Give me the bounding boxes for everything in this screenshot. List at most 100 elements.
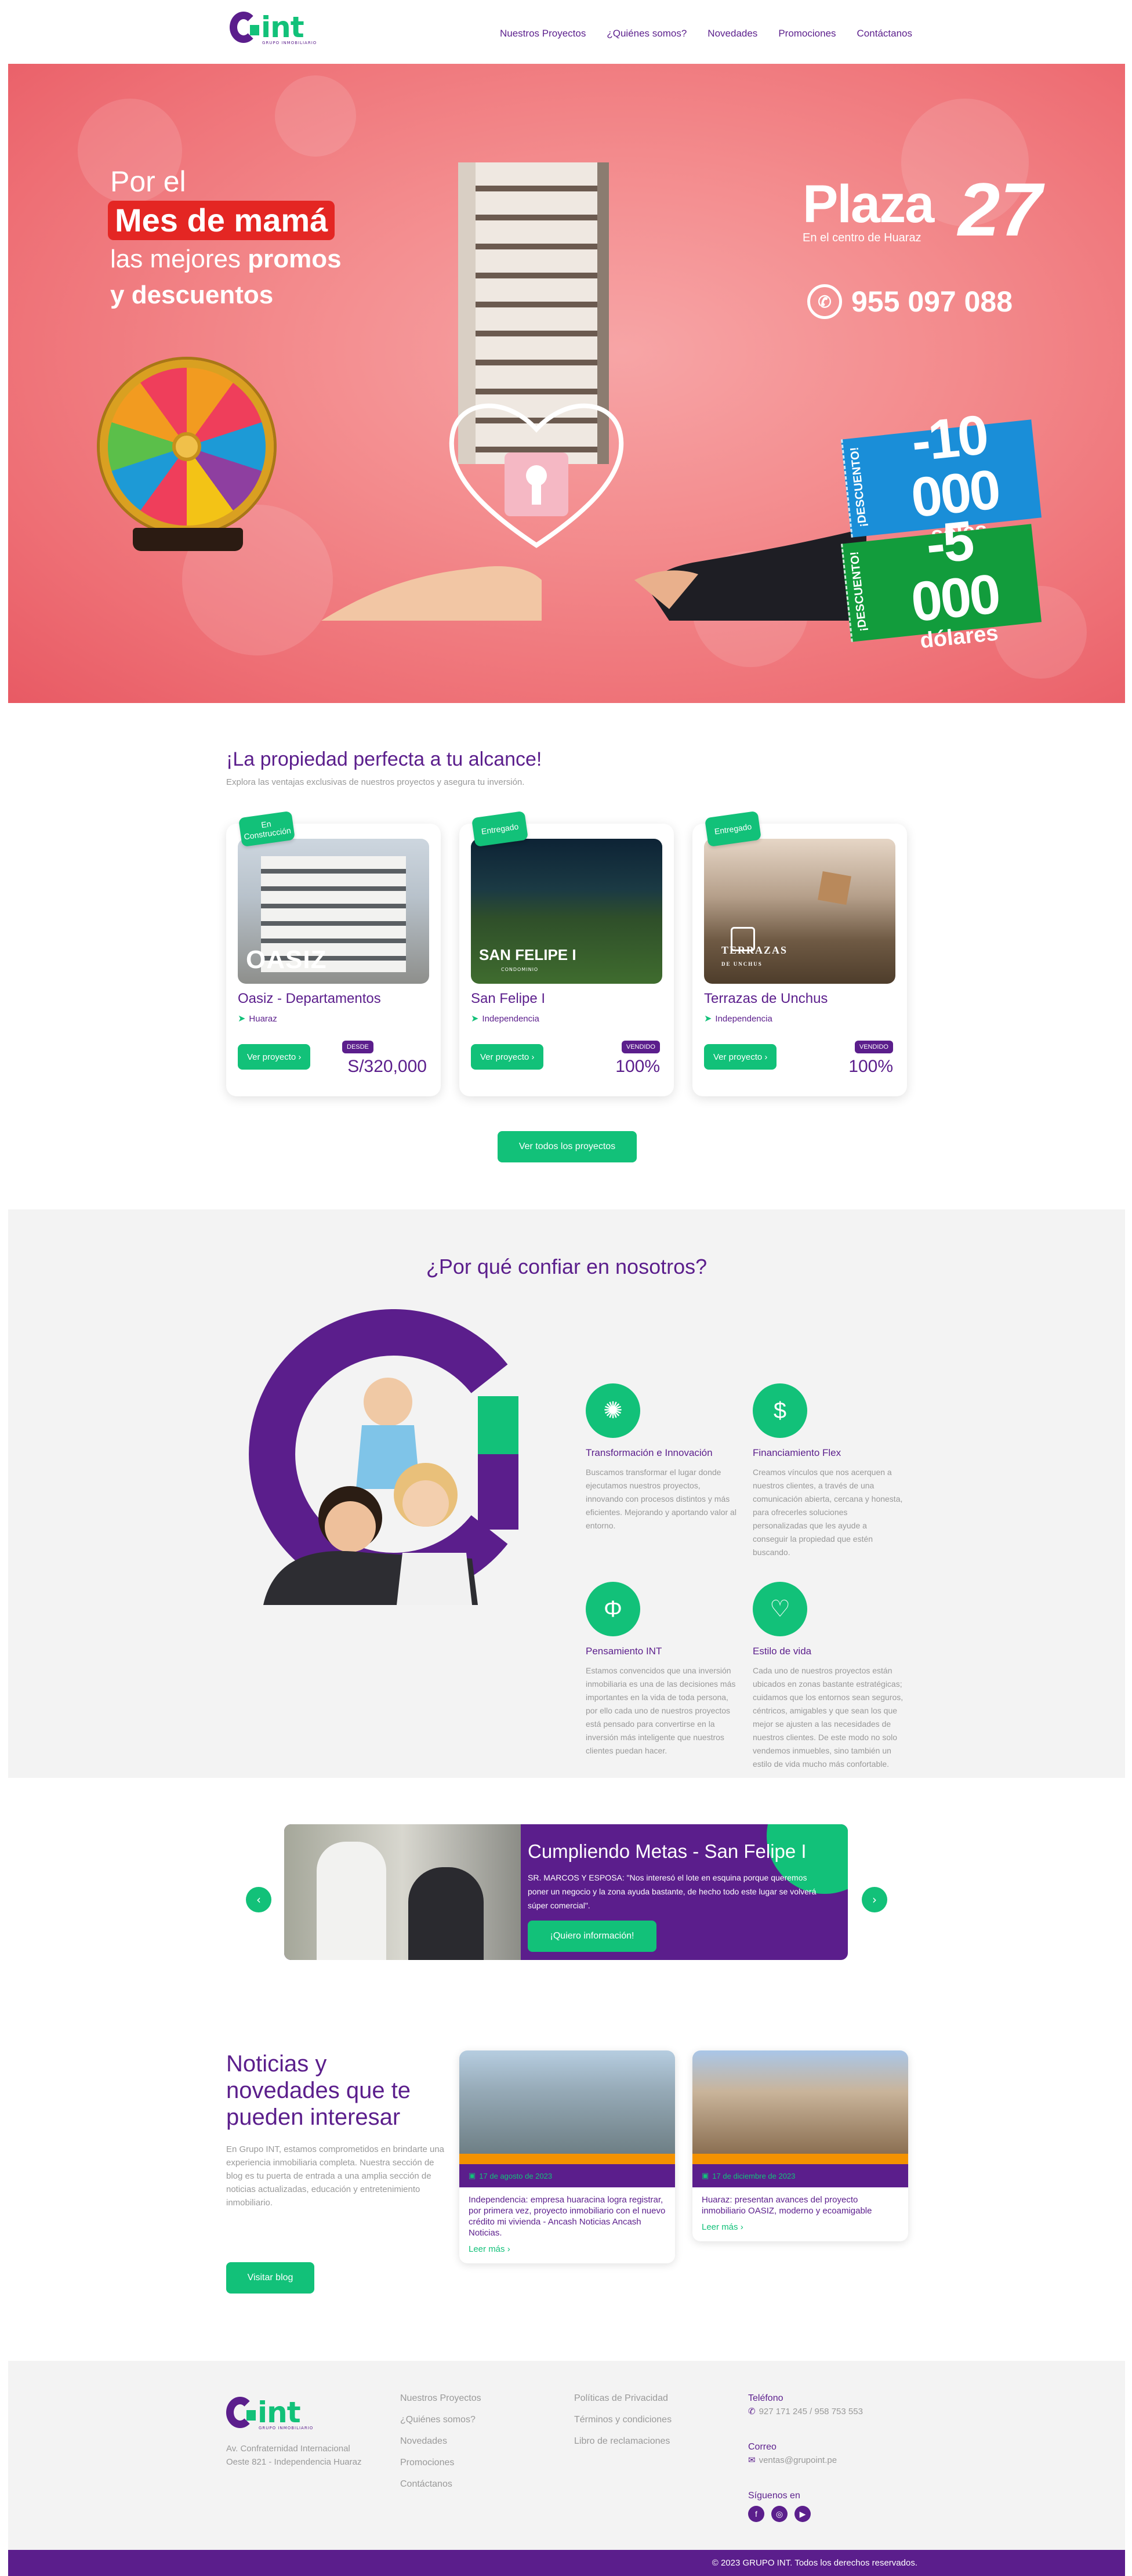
hero-line2: Mes de mamá xyxy=(108,201,335,240)
nav-item-proyectos[interactable]: Nuestros Proyectos xyxy=(500,28,586,39)
nav-item-promociones[interactable]: Promociones xyxy=(778,28,836,39)
hands-image xyxy=(321,528,866,621)
news-headline[interactable]: Independencia: empresa huaracina logra r… xyxy=(459,2187,675,2238)
feature-text: Cada uno de nuestros proyectos están ubi… xyxy=(753,1666,904,1769)
feature-text: Creamos vínculos que nos acerquen a nues… xyxy=(753,1468,903,1557)
view-project-button[interactable]: Ver proyecto › xyxy=(704,1044,777,1070)
news-image[interactable] xyxy=(459,2050,675,2154)
news-description: En Grupo INT, estamos comprometidos en b… xyxy=(226,2144,445,2208)
property-card[interactable]: SAN FELIPE I CONDOMINIO Entregado San Fe… xyxy=(459,810,674,1096)
property-name[interactable]: Terrazas de Unchus xyxy=(704,991,828,1007)
news-card[interactable]: ▣ 17 de diciembre de 2023 Huaraz: present… xyxy=(692,2050,908,2241)
properties-title: ¡La propiedad perfecta a tu alcance! xyxy=(226,748,542,770)
email-label: Correo xyxy=(748,2442,777,2452)
view-project-button[interactable]: Ver proyecto › xyxy=(238,1044,311,1070)
trust-section: ¿Por qué confiar en nosotros? ✺ Transfor… xyxy=(8,1209,1125,1778)
read-more-link[interactable]: Leer más › xyxy=(692,2216,908,2241)
footer-nav: Nuestros Proyectos ¿Quiénes somos? Noved… xyxy=(400,2393,481,2501)
hero-line4: y descuentos xyxy=(110,281,274,309)
property-location: ➤ Huaraz xyxy=(238,1013,277,1024)
footer-email[interactable]: ✉ ventas@grupoint.pe xyxy=(748,2455,863,2466)
property-price: S/320,000 xyxy=(347,1057,427,1076)
carousel-next-button[interactable]: › xyxy=(862,1887,887,1912)
youtube-icon[interactable]: ▶ xyxy=(794,2506,811,2522)
hero-line1: Por el xyxy=(110,165,186,198)
testimonial-title: Cumpliendo Metas - San Felipe I xyxy=(528,1840,807,1862)
footer-link[interactable]: Promociones xyxy=(400,2458,481,2479)
footer-link[interactable]: Contáctanos xyxy=(400,2479,481,2501)
footer-link[interactable]: Libro de reclamaciones xyxy=(574,2436,672,2458)
view-all-projects-button[interactable]: Ver todos los proyectos xyxy=(498,1131,637,1162)
instagram-icon[interactable]: ◎ xyxy=(771,2506,788,2522)
main-nav: Nuestros Proyectos ¿Quiénes somos? Noved… xyxy=(500,28,912,39)
logo[interactable]: int GRUPO INMOBILIARIO xyxy=(230,12,316,45)
property-image[interactable]: SAN FELIPE I CONDOMINIO xyxy=(471,839,662,984)
testimonial-quote: SR. MARCOS Y ESPOSA: "Nos interesó el lo… xyxy=(528,1873,817,1910)
footer-link[interactable]: Políticas de Privacidad xyxy=(574,2393,672,2415)
nav-item-contactanos[interactable]: Contáctanos xyxy=(857,28,912,39)
footer-contact: Teléfono ✆ 927 171 245 / 958 753 553 Corr… xyxy=(748,2393,863,2522)
view-project-button[interactable]: Ver proyecto › xyxy=(471,1044,544,1070)
property-card[interactable]: OASIZ En Construcción Oasiz - Departamen… xyxy=(226,810,441,1096)
property-image-label: SAN FELIPE I xyxy=(479,946,576,963)
prize-wheel-base xyxy=(133,528,243,551)
social-links: f ◎ ▶ xyxy=(748,2506,863,2522)
feature-item: Φ Pensamiento INT Estamos convencidos qu… xyxy=(586,1582,736,1758)
news-headline[interactable]: Huaraz: presentan avances del proyecto i… xyxy=(692,2187,908,2216)
plaza27-logo: Plaza 27 En el centro de Huaraz xyxy=(803,167,1042,252)
news-image[interactable] xyxy=(692,2050,908,2154)
carousel-prev-button[interactable]: ‹ xyxy=(246,1887,271,1912)
facebook-icon[interactable]: f xyxy=(748,2506,764,2522)
header: int GRUPO INMOBILIARIO Nuestros Proyecto… xyxy=(0,0,1132,64)
copyright-bar: © 2023 GRUPO INT. Todos los derechos res… xyxy=(8,2550,1125,2576)
page: int GRUPO INMOBILIARIO Nuestros Proyecto… xyxy=(0,0,1132,2576)
footer-link[interactable]: Nuestros Proyectos xyxy=(400,2393,481,2415)
nav-item-quienes-somos[interactable]: ¿Quiénes somos? xyxy=(607,28,687,39)
status-badge: VENDIDO xyxy=(621,1041,660,1053)
copyright-text: © 2023 GRUPO INT. Todos los derechos res… xyxy=(712,2558,917,2568)
news-card[interactable]: ▣ 17 de agosto de 2023 Independencia: emp… xyxy=(459,2050,675,2263)
news-image-footer-bar xyxy=(692,2154,908,2164)
footer-link[interactable]: Términos y condiciones xyxy=(574,2415,672,2436)
feature-title: Transformación e Innovación xyxy=(586,1447,713,1458)
phone-label: Teléfono xyxy=(748,2393,783,2403)
ticket-amount: -5 000 xyxy=(908,509,1002,634)
heart-pulse-icon: ♡ xyxy=(753,1582,807,1636)
footer-link[interactable]: Novedades xyxy=(400,2436,481,2458)
hero-phone-number: 955 097 088 xyxy=(851,285,1013,318)
hero-line3: las mejores promos xyxy=(110,245,342,273)
plaza-number: 27 xyxy=(958,167,1042,252)
news-title: Noticias y novedades que te pueden inter… xyxy=(226,2051,411,2130)
person-image xyxy=(317,1842,386,1960)
footer-phone[interactable]: ✆ 927 171 245 / 958 753 553 xyxy=(748,2406,863,2417)
feature-item: ✺ Transformación e Innovación Buscamos t… xyxy=(586,1383,736,1532)
footer-legal: Políticas de Privacidad Términos y condi… xyxy=(574,2393,672,2458)
footer-logo[interactable]: int GRUPO INMOBILIARIO xyxy=(226,2396,313,2430)
social-label: Síguenos en xyxy=(748,2491,800,2501)
logo-text: int xyxy=(257,2396,301,2429)
footer-link[interactable]: ¿Quiénes somos? xyxy=(400,2415,481,2436)
bokeh-light xyxy=(275,75,356,157)
money-icon: $ xyxy=(753,1383,807,1438)
prize-wheel-hub xyxy=(172,432,201,461)
person-image xyxy=(408,1867,484,1960)
property-card[interactable]: TERRAZAS DE UNCHUS Entregado Terrazas de … xyxy=(692,810,907,1096)
property-image[interactable]: TERRAZAS DE UNCHUS xyxy=(704,839,895,984)
nav-item-novedades[interactable]: Novedades xyxy=(708,28,757,39)
hero-banner[interactable]: Por el Mes de mamá las mejores promos y … xyxy=(8,64,1125,703)
hero-phone[interactable]: ✆ 955 097 088 xyxy=(807,284,1013,319)
feature-title: Financiamiento Flex xyxy=(753,1447,841,1458)
news-date: ▣ 17 de diciembre de 2023 xyxy=(692,2164,908,2187)
location-arrow-icon: ➤ xyxy=(704,1014,712,1024)
request-info-button[interactable]: ¡Quiero información! xyxy=(528,1921,656,1952)
news-date: ▣ 17 de agosto de 2023 xyxy=(459,2164,675,2187)
visit-blog-button[interactable]: Visitar blog xyxy=(226,2262,314,2294)
testimonial-photo xyxy=(284,1824,521,1960)
read-more-link[interactable]: Leer más › xyxy=(459,2238,675,2263)
property-name[interactable]: Oasiz - Departamentos xyxy=(238,991,381,1007)
mail-icon: ✉ xyxy=(748,2455,756,2465)
family-photo xyxy=(263,1378,478,1605)
news-image-footer-bar xyxy=(459,2154,675,2164)
property-image[interactable]: OASIZ xyxy=(238,839,429,984)
property-name[interactable]: San Felipe I xyxy=(471,991,545,1007)
